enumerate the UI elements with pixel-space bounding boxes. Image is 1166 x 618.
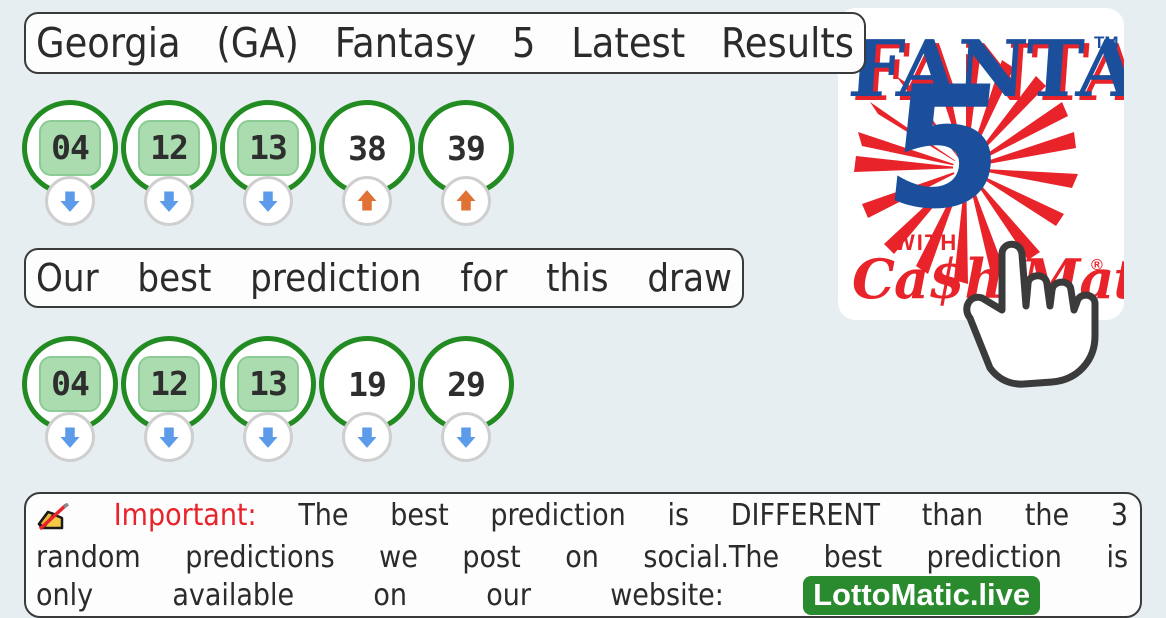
- lottery-ball: 29: [418, 336, 518, 472]
- latest-results-balls: 04 12 13 38 39: [22, 100, 542, 236]
- important-notice-line-3: only available on our website: LottoMati…: [36, 576, 1128, 615]
- lottery-ball: 12: [121, 336, 221, 472]
- notice-w2-3: we: [379, 540, 418, 575]
- lottery-ball: 19: [319, 336, 419, 472]
- svg-text:TM: TM: [1094, 33, 1119, 52]
- lottery-ball: 38: [319, 100, 419, 236]
- notice-w3-5: website:: [610, 578, 724, 613]
- important-notice: Important: The best prediction is DIFFER…: [24, 492, 1142, 618]
- best-prediction-banner: Our best prediction for this draw: [24, 248, 744, 308]
- lottery-ball: 04: [22, 336, 122, 472]
- notice-w2-4: post: [462, 540, 521, 575]
- lottery-ball-number: 29: [447, 364, 486, 404]
- arrow-down-icon: [144, 412, 194, 462]
- notice-w3-2: available: [172, 578, 295, 613]
- lottery-ball-number: 12: [138, 120, 200, 176]
- important-notice-line-1: Important: The best prediction is DIFFER…: [36, 498, 1128, 540]
- important-notice-line-2: random predictions we post on social.The…: [36, 540, 1128, 576]
- arrow-down-icon: [243, 176, 293, 226]
- lottery-ball-number: 13: [237, 356, 299, 412]
- svg-text:5: 5: [877, 50, 1014, 245]
- page-root: FANTASY FANTASY TM 5 WITH Ca$h Match ® G…: [0, 0, 1166, 618]
- notice-w2-1: random: [36, 540, 141, 575]
- notice-w1-4: is: [667, 498, 689, 533]
- notice-w2-8: prediction: [926, 540, 1062, 575]
- notice-w2-6: social.The: [643, 540, 780, 575]
- page-title-text: Georgia (GA) Fantasy 5 Latest Results: [36, 18, 854, 67]
- notice-w1-2: best: [390, 498, 449, 533]
- notice-w2-7: best: [823, 540, 883, 575]
- notice-w2-2: predictions: [185, 540, 335, 575]
- important-notice-body: Important: The best prediction is DIFFER…: [26, 494, 1140, 615]
- writing-hand-icon: [36, 502, 70, 540]
- lottery-ball: 13: [220, 100, 320, 236]
- lottery-ball: 39: [418, 100, 518, 236]
- pointing-hand-cursor-icon: [940, 232, 1110, 392]
- page-title: Georgia (GA) Fantasy 5 Latest Results: [24, 12, 866, 74]
- arrow-up-icon: [342, 176, 392, 226]
- arrow-down-icon: [441, 412, 491, 462]
- important-label: Important:: [113, 498, 257, 533]
- arrow-down-icon: [45, 412, 95, 462]
- lottery-ball: 04: [22, 100, 122, 236]
- lottery-ball-number: 39: [447, 128, 486, 168]
- arrow-down-icon: [342, 412, 392, 462]
- arrow-down-icon: [45, 176, 95, 226]
- notice-w1-7: the: [1024, 498, 1070, 533]
- best-prediction-banner-text: Our best prediction for this draw: [36, 256, 732, 300]
- notice-w1-6: than: [921, 498, 984, 533]
- lottery-ball-number: 13: [237, 120, 299, 176]
- lottery-ball: 12: [121, 100, 221, 236]
- notice-w1-1: The: [298, 498, 349, 533]
- notice-w2-9: is: [1106, 540, 1128, 575]
- lottery-ball: 13: [220, 336, 320, 472]
- notice-w1-5: DIFFERENT: [730, 498, 881, 533]
- notice-w3-3: on: [373, 578, 408, 613]
- lottery-ball-number: 04: [39, 356, 101, 412]
- notice-w3-4: our: [486, 578, 531, 613]
- notice-w1-8: 3: [1110, 498, 1128, 533]
- best-prediction-balls: 04 12 13 19 29: [22, 336, 542, 472]
- lottery-ball-number: 04: [39, 120, 101, 176]
- arrow-down-icon: [243, 412, 293, 462]
- notice-w1-3: prediction: [490, 498, 626, 533]
- arrow-down-icon: [144, 176, 194, 226]
- notice-w3-1: only: [36, 578, 94, 613]
- lottery-ball-number: 19: [348, 364, 387, 404]
- lottery-ball-number: 12: [138, 356, 200, 412]
- lottery-ball-number: 38: [348, 128, 387, 168]
- notice-w2-5: on: [565, 540, 599, 575]
- arrow-up-icon: [441, 176, 491, 226]
- lottomatic-site-link[interactable]: LottoMatic.live: [803, 576, 1041, 615]
